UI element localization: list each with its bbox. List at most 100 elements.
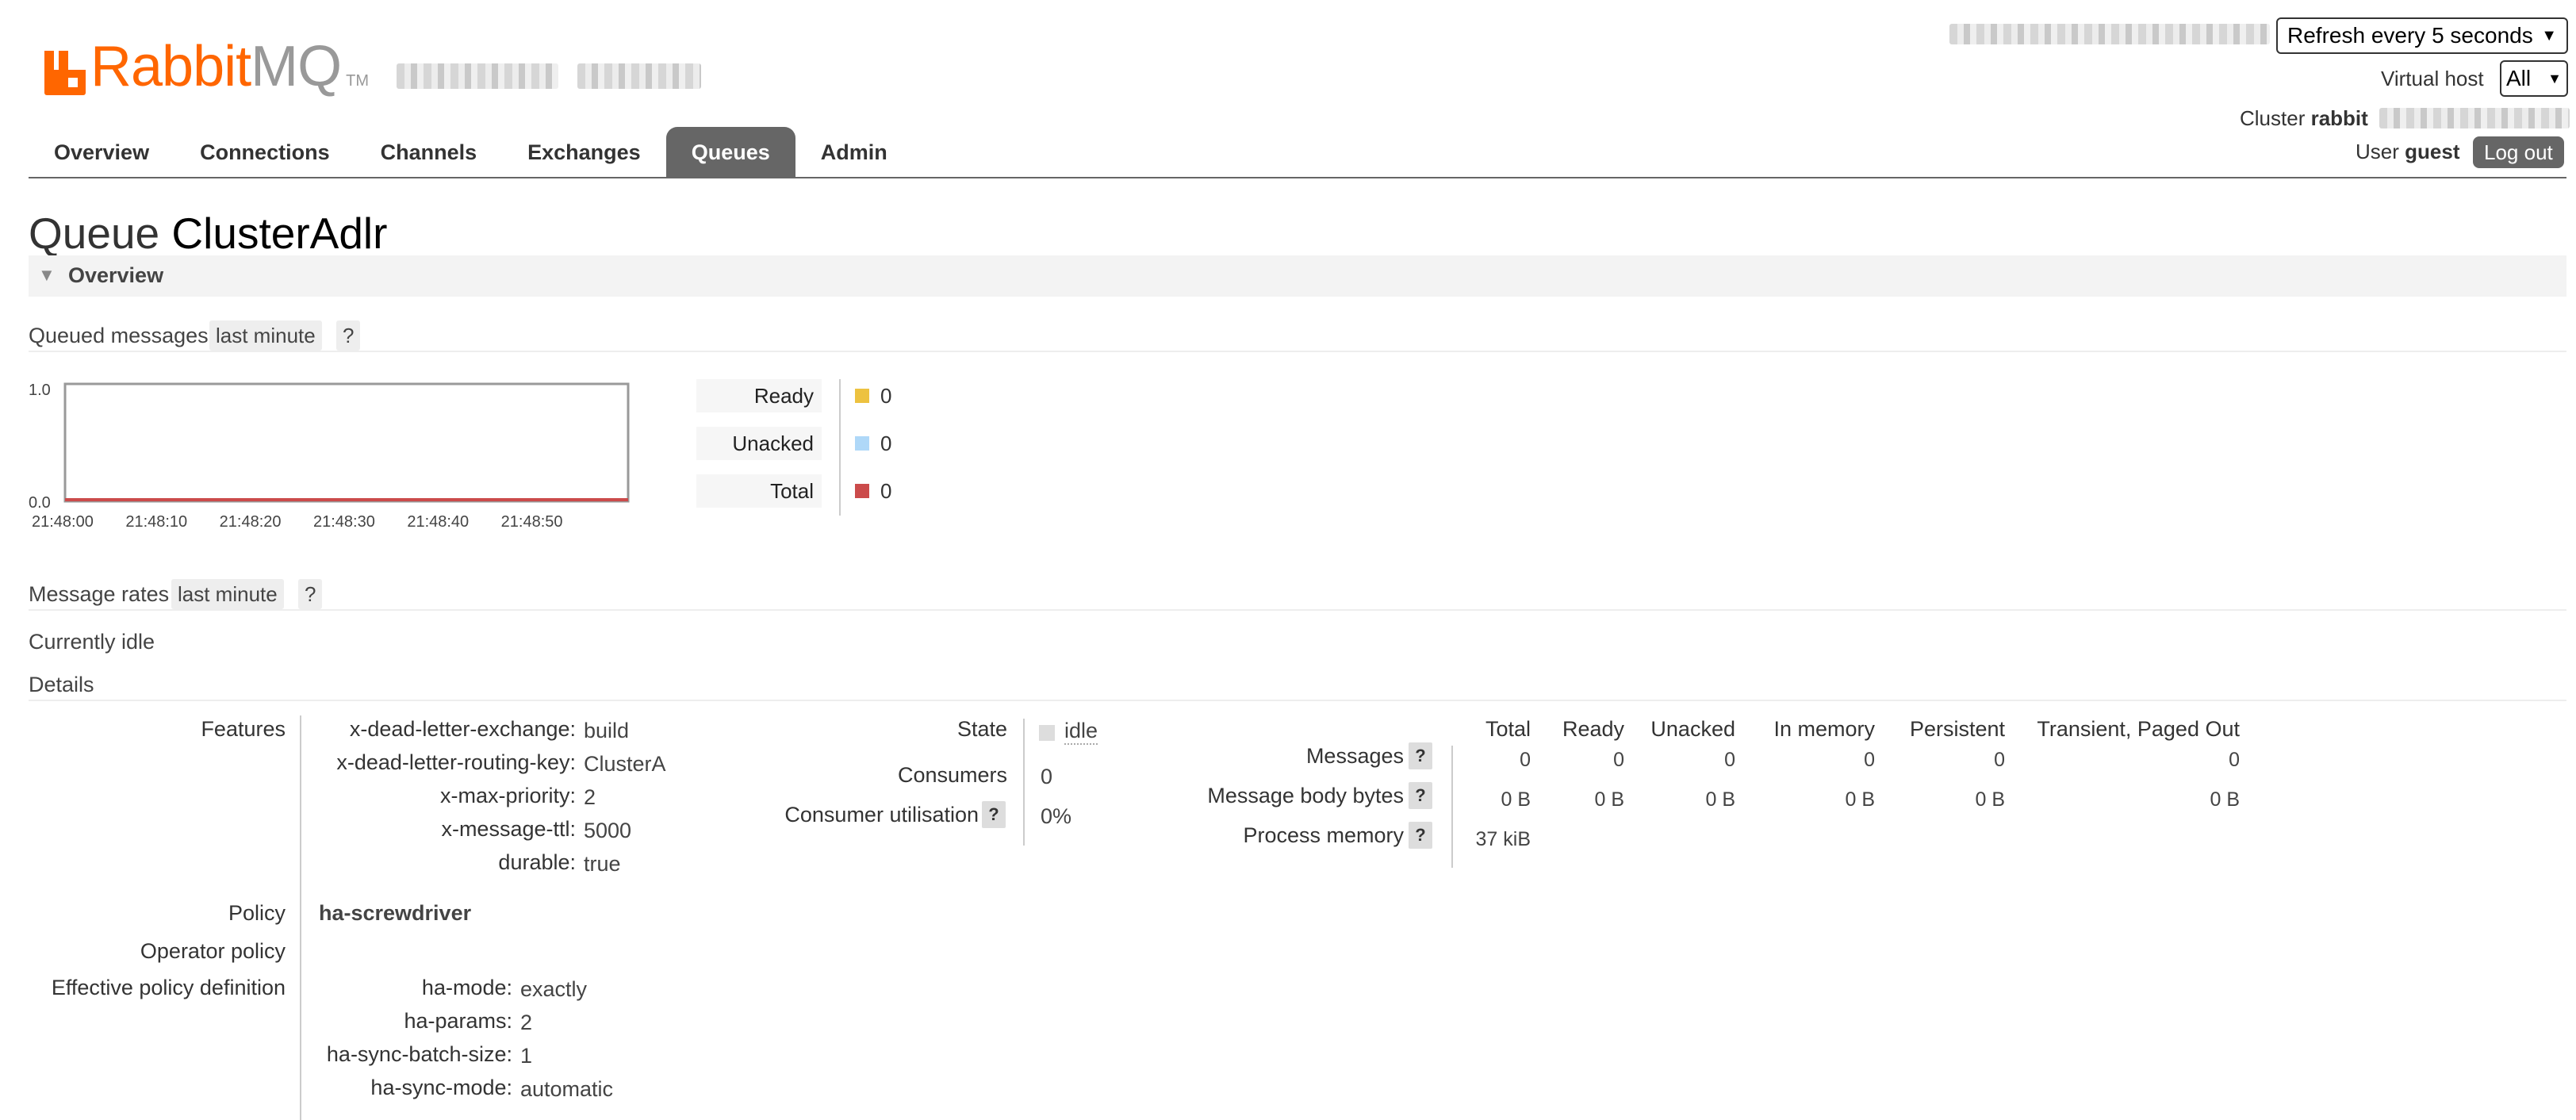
cluster-name: rabbit — [2310, 106, 2368, 130]
redacted-timestamp — [1949, 24, 2270, 44]
rates-range-button[interactable]: last minute — [171, 579, 284, 609]
legend-unacked-value: 0 — [880, 432, 892, 455]
policy-value[interactable]: ha-screwdriver — [319, 901, 471, 926]
queued-messages-label: Queued messages — [29, 324, 209, 347]
stats-header-transient: Transient, Paged Out — [2037, 717, 2240, 741]
stats-header-ready: Ready — [1562, 717, 1624, 741]
tab-overview[interactable]: Overview — [29, 127, 174, 178]
tab-divider — [29, 177, 2566, 178]
legend-unacked-label: Unacked — [696, 427, 822, 460]
queued-divider — [29, 351, 2566, 352]
chevron-down-icon: ▼ — [2547, 70, 2562, 86]
body-bytes-help-button[interactable]: ? — [1409, 782, 1432, 809]
collapse-triangle-icon: ▼ — [38, 265, 56, 285]
stats-cell: 0 — [1864, 749, 1875, 771]
feature-value: true — [584, 852, 621, 876]
policy-value-item: 1 — [520, 1044, 533, 1068]
legend-ready-value: 0 — [880, 384, 892, 408]
y-tick-label: 0.0 — [29, 494, 51, 512]
currently-idle-text: Currently idle — [29, 630, 155, 654]
state-label: State — [956, 717, 1007, 741]
x-tick-label: 21:48:40 — [407, 513, 469, 531]
overview-section-toggle[interactable]: ▼ Overview — [29, 255, 2566, 297]
refresh-interval-select[interactable]: Refresh every 5 seconds ▼ — [2276, 17, 2568, 54]
feature-key: x-max-priority: — [439, 784, 576, 807]
virtual-host-select[interactable]: All ▼ — [2500, 60, 2568, 97]
policy-key: ha-mode: — [421, 976, 512, 999]
effective-policy-label: Effective policy definition — [51, 976, 286, 999]
chevron-down-icon: ▼ — [2541, 26, 2557, 44]
policy-value-item: automatic — [520, 1077, 614, 1101]
policy-key: ha-params: — [404, 1009, 512, 1033]
x-tick-label: 21:48:30 — [313, 513, 375, 531]
stats-row-label: Messages — [1305, 744, 1404, 768]
x-tick-label: 21:48:00 — [32, 513, 94, 531]
page-title: Queue ClusterAdlr — [29, 208, 387, 259]
tab-connections[interactable]: Connections — [174, 127, 355, 178]
details-label: Details — [29, 673, 94, 696]
feature-key: x-dead-letter-routing-key: — [336, 750, 576, 774]
chart-plot-area — [63, 382, 630, 503]
tab-queues[interactable]: Queues — [665, 127, 795, 178]
operator-policy-label: Operator policy — [140, 939, 286, 963]
virtual-host-value: All — [2506, 66, 2532, 90]
stats-cell: 0 — [1613, 749, 1624, 771]
rabbitmq-logo[interactable]: RabbitMQ TM — [44, 32, 369, 95]
user-label: User — [2356, 140, 2399, 163]
messages-help-button[interactable]: ? — [1409, 742, 1432, 769]
cluster-info: Cluster rabbit — [2240, 106, 2368, 131]
queued-messages-chart: 1.0 0.0 21:48:00 21:48:10 21:48:20 21:48:30… — [29, 382, 630, 531]
x-tick-label: 21:48:10 — [125, 513, 187, 531]
state-divider — [1023, 719, 1025, 846]
stats-header-unacked: Unacked — [1650, 717, 1735, 741]
legend-ready-label: Ready — [696, 379, 822, 412]
policy-value-item: exactly — [520, 977, 588, 1001]
rates-help-button[interactable]: ? — [298, 579, 323, 609]
feature-value: ClusterA — [584, 752, 666, 776]
stats-cell: 0 — [1724, 749, 1735, 771]
stats-cell: 0 — [2229, 749, 2240, 771]
queued-help-button[interactable]: ? — [336, 320, 361, 351]
x-tick-label: 21:48:20 — [220, 513, 282, 531]
consumer-utilisation-value: 0% — [1041, 804, 1072, 828]
queued-range-button[interactable]: last minute — [209, 320, 322, 351]
tab-exchanges[interactable]: Exchanges — [502, 127, 666, 178]
redacted-version — [397, 63, 558, 89]
process-memory-help-button[interactable]: ? — [1409, 822, 1432, 849]
feature-key: x-dead-letter-exchange: — [349, 717, 576, 741]
legend-unacked-swatch — [855, 436, 869, 451]
stats-header-total: Total — [1485, 717, 1531, 741]
y-tick-label: 1.0 — [29, 382, 51, 399]
stats-cell: 0 B — [1705, 788, 1735, 811]
x-tick-label: 21:48:50 — [501, 513, 563, 531]
redacted-erlang — [577, 63, 701, 89]
feature-value: build — [584, 719, 630, 742]
utilisation-help-button[interactable]: ? — [982, 801, 1006, 828]
logout-button[interactable]: Log out — [2473, 136, 2564, 168]
legend-total-value: 0 — [880, 479, 892, 503]
consumers-label: Consumers — [897, 763, 1007, 787]
feature-key: durable: — [498, 850, 576, 874]
stats-row-label: Process memory — [1243, 823, 1404, 847]
consumers-value: 0 — [1041, 765, 1053, 788]
stats-cell: 0 B — [1845, 788, 1875, 811]
details-divider — [29, 700, 2566, 701]
feature-key: x-message-ttl: — [441, 817, 576, 841]
stats-cell: 37 kiB — [1475, 828, 1531, 850]
refresh-interval-value: Refresh every 5 seconds — [2287, 23, 2533, 48]
chart-x-axis: 21:48:00 21:48:10 21:48:20 21:48:30 21:48:40… — [32, 513, 563, 531]
user-name: guest — [2405, 140, 2460, 163]
stats-cell: 0 B — [1975, 788, 2005, 811]
state-indicator-icon — [1039, 725, 1055, 741]
rates-divider — [29, 609, 2566, 611]
features-label: Features — [201, 717, 286, 741]
message-rates-label: Message rates — [29, 582, 170, 606]
feature-value: 5000 — [584, 819, 632, 842]
tab-channels[interactable]: Channels — [355, 127, 503, 178]
feature-value: 2 — [584, 785, 596, 809]
overview-section-title: Overview — [68, 263, 164, 287]
tab-admin[interactable]: Admin — [795, 127, 913, 178]
redacted-cluster-suffix — [2379, 108, 2570, 128]
stats-cell: 0 B — [2210, 788, 2240, 811]
page-title-prefix: Queue — [29, 209, 160, 258]
